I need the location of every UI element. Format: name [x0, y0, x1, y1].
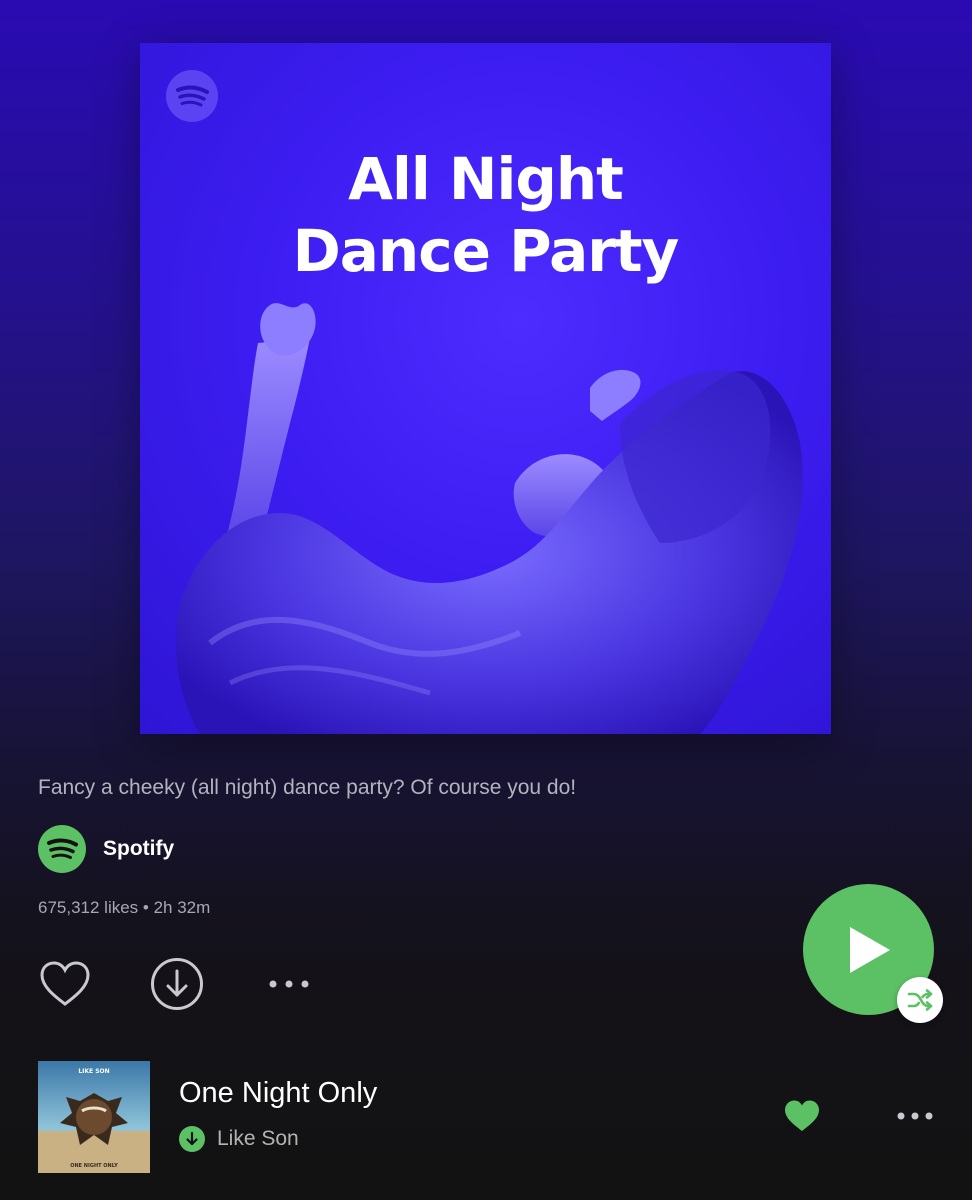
playlist-owner[interactable]: Spotify: [38, 825, 174, 873]
album-art-image: LIKE SON ONE NIGHT ONLY: [38, 1061, 150, 1173]
track-subtitle: Like Son: [179, 1126, 299, 1152]
more-options-button[interactable]: [262, 957, 316, 1011]
spotify-avatar-icon: [38, 825, 86, 873]
play-icon: [849, 926, 890, 973]
playlist-cover: All Night Dance Party: [140, 43, 831, 734]
album-art-top-text: LIKE SON: [78, 1068, 109, 1075]
playlist-description: Fancy a cheeky (all night) dance party? …: [38, 776, 577, 799]
download-button[interactable]: [150, 957, 204, 1011]
track-album-art: LIKE SON ONE NIGHT ONLY: [38, 1061, 150, 1173]
more-dots-icon: [269, 980, 309, 988]
owner-name[interactable]: Spotify: [103, 837, 174, 861]
playlist-meta: 675,312 likes • 2h 32m: [38, 898, 211, 917]
like-button[interactable]: [38, 957, 92, 1011]
track-title: One Night Only: [179, 1077, 378, 1109]
spotify-logo-icon: [166, 70, 218, 122]
shuffle-toggle[interactable]: [897, 977, 943, 1023]
track-artist[interactable]: Like Son: [217, 1127, 299, 1151]
album-art-bottom-text: ONE NIGHT ONLY: [70, 1163, 118, 1169]
heart-filled-icon[interactable]: [784, 1099, 820, 1133]
download-circle-icon: [151, 958, 203, 1010]
track-row[interactable]: LIKE SON ONE NIGHT ONLY One Night Only L…: [38, 1061, 938, 1173]
cover-title: All Night Dance Party: [140, 143, 831, 287]
downloaded-icon: [179, 1126, 205, 1152]
track-more-icon[interactable]: [894, 1103, 936, 1129]
shuffle-icon: [907, 989, 933, 1011]
cover-title-line2: Dance Party: [292, 217, 680, 285]
action-row: [40, 958, 316, 1010]
cover-title-line1: All Night: [348, 145, 624, 213]
heart-outline-icon: [40, 961, 90, 1006]
